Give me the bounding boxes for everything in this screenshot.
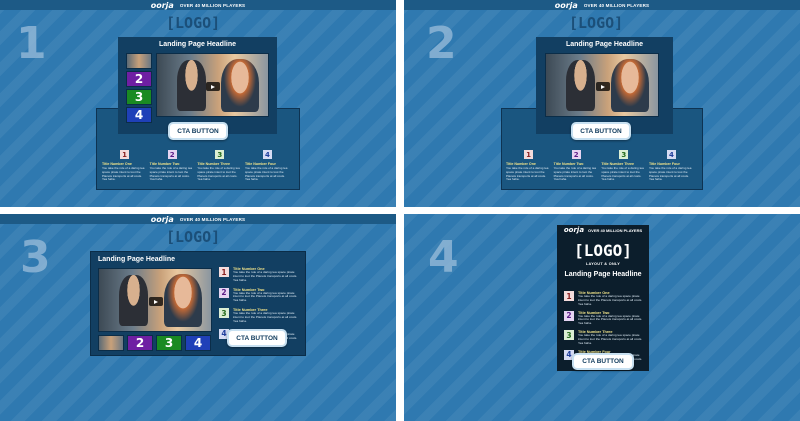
step-1: 1 Title Number One You take the role of a … (506, 150, 549, 182)
step-4: 4Title Number FourYou take the role of a… (648, 150, 692, 182)
tagline: OVER 40 MILLION PLAYERS (179, 216, 246, 222)
mockup-grid: oorja OVER 40 MILLION PLAYERS 1 [LOGO] L… (0, 0, 800, 421)
video-thumbnails: 2 3 4 (98, 335, 211, 351)
brand-logo[interactable]: oorja (564, 226, 584, 234)
step-2: 2 Title Number Two You take the role of a … (564, 310, 644, 327)
top-bar: oorja OVER 40 MILLION PLAYERS (0, 0, 396, 10)
top-bar: oorja OVER 40 MILLION PLAYERS (557, 225, 649, 235)
layout-number: 1 (16, 18, 47, 69)
headline: Landing Page Headline (158, 41, 236, 48)
logo-placeholder: [LOGO] (574, 241, 632, 260)
step-1: 1 Title Number One You take the role of a … (564, 291, 644, 307)
step-2: 2 Title Number Two You take the role of a … (149, 150, 193, 182)
thumbnail-1[interactable] (98, 335, 124, 351)
cta-button[interactable]: CTA BUTTON (168, 122, 228, 140)
top-bar: oorja OVER 40 MILLION PLAYERS (0, 214, 396, 224)
video-player[interactable] (545, 53, 659, 117)
thumbnail-1[interactable] (126, 53, 152, 69)
video-player[interactable] (98, 268, 212, 332)
headline: Landing Page Headline (565, 41, 643, 48)
play-icon[interactable] (149, 297, 163, 306)
layout-option-3: oorja OVER 40 MILLION PLAYERS 3 [LOGO] L… (0, 214, 396, 421)
brand-logo[interactable]: oorja (151, 215, 174, 224)
thumbnail-2[interactable]: 2 (126, 71, 152, 87)
play-icon[interactable] (596, 82, 610, 91)
brand-logo[interactable]: oorja (555, 1, 578, 10)
layout-option-2: oorja OVER 40 MILLION PLAYERS 2 [LOGO] L… (404, 0, 800, 207)
layout-number: 4 (428, 232, 459, 283)
layout-number: 3 (20, 232, 51, 283)
tagline: OVER 40 MILLION PLAYERS (588, 227, 643, 233)
layout-only-label: LAYOUT & ONLY (585, 262, 621, 266)
thumbnail-3[interactable]: 3 (156, 335, 182, 351)
steps-row: 1 Title Number One You take the role of a … (506, 150, 694, 182)
video-player[interactable] (156, 53, 269, 117)
tagline: OVER 40 MILLION PLAYERS (179, 2, 246, 8)
step-1: 1 Title Number One You take the role of a … (102, 150, 145, 182)
tagline: OVER 40 MILLION PLAYERS (583, 2, 650, 8)
thumbnail-4[interactable]: 4 (185, 335, 211, 351)
cta-button[interactable]: CTA BUTTON (571, 122, 631, 140)
cta-button[interactable]: CTA BUTTON (572, 353, 634, 370)
step-4: 4Title Number FourYou take the role of a… (244, 150, 288, 182)
step-3: 3 Title Number Three You take the role of … (601, 150, 644, 182)
brand-logo[interactable]: oorja (151, 1, 174, 10)
logo-placeholder: [LOGO] (166, 14, 221, 32)
step-1: 1 Title Number One You take the role of a … (219, 267, 301, 283)
steps-row: 1 Title Number One You take the role of a … (102, 150, 290, 182)
thumbnail-2[interactable]: 2 (127, 335, 153, 351)
logo-placeholder: [LOGO] (569, 14, 624, 32)
step-2: 2 Title Number Two You take the role of a … (553, 150, 597, 182)
play-icon[interactable] (206, 82, 220, 91)
layout-option-1: oorja OVER 40 MILLION PLAYERS 1 [LOGO] L… (0, 0, 396, 207)
step-3: 3 Title Number Three You take the role of … (564, 330, 644, 346)
cta-button[interactable]: CTA BUTTON (227, 329, 287, 347)
headline: Landing Page Headline (564, 271, 642, 278)
thumbnail-3[interactable]: 3 (126, 89, 152, 105)
thumbnail-4[interactable]: 4 (126, 107, 152, 123)
headline: Landing Page Headline (98, 256, 176, 263)
layout-option-4: 4 oorja OVER 40 MILLION PLAYERS [LOGO] L… (404, 214, 800, 421)
logo-placeholder: [LOGO] (166, 228, 221, 246)
step-2: 2 Title Number Two You take the role of a … (219, 287, 301, 304)
top-bar: oorja OVER 40 MILLION PLAYERS (404, 0, 800, 10)
mobile-layout: oorja OVER 40 MILLION PLAYERS [LOGO] LAY… (557, 225, 649, 371)
layout-number: 2 (426, 18, 457, 69)
video-thumbnails: 2 3 4 (126, 53, 152, 123)
step-3: 3 Title Number Three You take the role of … (197, 150, 240, 182)
step-3: 3 Title Number Three You take the role of … (219, 308, 301, 324)
